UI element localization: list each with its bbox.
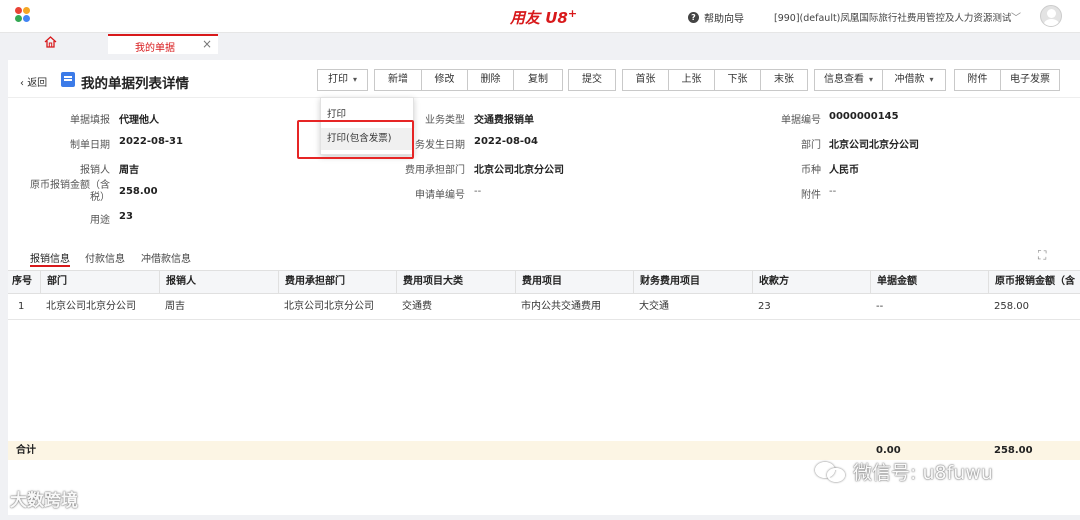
- table-cell: 周吉: [165, 301, 185, 312]
- field-value: 北京公司北京分公司: [474, 165, 564, 176]
- help-icon: ?: [688, 12, 699, 23]
- field-value: 人民币: [829, 165, 859, 176]
- print-button[interactable]: 打印 ▾: [317, 69, 368, 91]
- column-header[interactable]: 单据金额: [870, 271, 988, 293]
- field-value: 2022-08-31: [119, 136, 183, 147]
- tab-loan-offset-info[interactable]: 冲借款信息: [141, 250, 191, 265]
- expand-icon[interactable]: ⛶: [1038, 248, 1046, 263]
- table-cell: 大交通: [639, 301, 669, 312]
- field-label: 申请单编号: [415, 190, 465, 201]
- table-cell: 1: [18, 301, 25, 312]
- page-title: 我的单据列表详情: [81, 76, 189, 92]
- document-icon: [61, 72, 75, 87]
- field-value: 周吉: [119, 165, 139, 176]
- table-cell: 市内公共交通费用: [521, 301, 601, 312]
- table-cell: 258.00: [994, 301, 1029, 312]
- submit-button[interactable]: 提交: [568, 69, 616, 91]
- field-label: 业务类型: [425, 115, 465, 126]
- chevron-down-icon: ▾: [868, 75, 873, 84]
- back-button[interactable]: ‹ 返回: [20, 74, 47, 89]
- column-header[interactable]: 费用项目: [515, 271, 633, 293]
- help-wizard-link[interactable]: ? 帮助向导: [688, 10, 744, 25]
- column-header[interactable]: 序号: [8, 271, 40, 293]
- field-label: 报销人: [80, 165, 110, 176]
- chevron-down-icon: ▾: [929, 75, 934, 84]
- navigation-button-group: 首张 上张 下张 末张: [622, 69, 808, 91]
- field-value: --: [474, 186, 482, 197]
- e-invoice-button[interactable]: 电子发票: [1001, 70, 1059, 90]
- field-value: 23: [119, 211, 133, 222]
- delete-button[interactable]: 删除: [468, 70, 514, 90]
- main-panel: ‹ 返回 我的单据列表详情 打印 ▾ 新增 修改 删除 复制 提交 首张 上张 下…: [8, 60, 1080, 515]
- edit-button-group: 新增 修改 删除 复制: [374, 69, 563, 91]
- add-button[interactable]: 新增: [375, 70, 422, 90]
- home-icon[interactable]: [44, 36, 64, 52]
- field-label: 费用承担部门: [405, 165, 465, 176]
- divider: [8, 97, 1080, 98]
- total-label: 合计: [16, 445, 36, 456]
- field-value: 2022-08-04: [474, 136, 538, 147]
- close-icon[interactable]: ×: [202, 37, 212, 51]
- first-record-button[interactable]: 首张: [623, 70, 669, 90]
- watermark-left: 大数跨境: [10, 491, 78, 511]
- brand-logo: 用友 U8+: [510, 7, 578, 27]
- attachment-button-group: 附件 电子发票: [954, 69, 1060, 91]
- table-cell: 交通费: [402, 301, 432, 312]
- tab-reimbursement-info[interactable]: 报销信息: [30, 250, 70, 265]
- table-row[interactable]: 1 北京公司北京分公司 周吉 北京公司北京分公司 交通费 市内公共交通费用 大交…: [8, 294, 1080, 320]
- tab-label: 我的单据: [135, 43, 175, 54]
- org-selector[interactable]: [990](default)凤凰国际旅行社费用管控及人力资源测试: [774, 10, 1011, 24]
- column-header[interactable]: 费用承担部门: [278, 271, 396, 293]
- active-tab-indicator: [30, 265, 70, 267]
- total-reimburse-amount: 258.00: [994, 445, 1033, 456]
- field-value: 北京公司北京分公司: [829, 140, 919, 151]
- field-value: 0000000145: [829, 111, 899, 122]
- field-label: 部门: [801, 140, 821, 151]
- next-record-button[interactable]: 下张: [715, 70, 761, 90]
- help-label: 帮助向导: [704, 14, 744, 25]
- table-cell: 23: [758, 301, 771, 312]
- field-label: 原币报销金额（含税）: [30, 180, 110, 203]
- app-logo-icon[interactable]: [15, 7, 35, 25]
- info-view-button[interactable]: 信息查看 ▾: [815, 70, 883, 90]
- watermark-right: 微信号: u8fuwu: [815, 458, 993, 485]
- field-label: 附件: [801, 190, 821, 201]
- field-label: 单据编号: [781, 115, 821, 126]
- column-header[interactable]: 收款方: [752, 271, 870, 293]
- tab-payment-info[interactable]: 付款信息: [85, 250, 125, 265]
- previous-record-button[interactable]: 上张: [669, 70, 715, 90]
- tab-bar: 我的单据 ×: [0, 33, 1080, 54]
- table-header: 序号 部门 报销人 费用承担部门 费用项目大类 费用项目 财务费用项目 收款方 …: [8, 270, 1080, 294]
- field-label: 用途: [90, 215, 110, 226]
- column-header[interactable]: 费用项目大类: [396, 271, 515, 293]
- tab-my-documents[interactable]: 我的单据 ×: [108, 34, 218, 54]
- top-bar: 用友 U8+ ? 帮助向导 [990](default)凤凰国际旅行社费用管控及…: [0, 0, 1080, 33]
- column-header[interactable]: 原币报销金额（含: [988, 271, 1080, 293]
- user-avatar[interactable]: [1040, 5, 1062, 27]
- last-record-button[interactable]: 末张: [761, 70, 807, 90]
- field-value: --: [829, 186, 837, 197]
- field-value: 交通费报销单: [474, 115, 534, 126]
- field-value: 代理他人: [119, 115, 159, 126]
- wechat-icon: [815, 460, 847, 484]
- field-label: 币种: [801, 165, 821, 176]
- table-cell: 北京公司北京分公司: [284, 301, 374, 312]
- field-value: 258.00: [119, 186, 158, 197]
- column-header[interactable]: 报销人: [159, 271, 278, 293]
- field-label: 制单日期: [70, 140, 110, 151]
- offset-loan-button[interactable]: 冲借款 ▾: [883, 70, 945, 90]
- info-button-group: 信息查看 ▾ 冲借款 ▾: [814, 69, 946, 91]
- table-cell: --: [876, 301, 884, 312]
- edit-button[interactable]: 修改: [422, 70, 468, 90]
- column-header[interactable]: 财务费用项目: [633, 271, 752, 293]
- column-header[interactable]: 部门: [40, 271, 159, 293]
- field-label: 单据填报: [70, 115, 110, 126]
- chevron-down-icon: ▾: [352, 75, 357, 84]
- attachment-button[interactable]: 附件: [955, 70, 1001, 90]
- chevron-down-icon[interactable]: ﹀: [1011, 9, 1021, 24]
- table-cell: 北京公司北京分公司: [46, 301, 136, 312]
- copy-button[interactable]: 复制: [514, 70, 562, 90]
- highlight-annotation: [297, 120, 414, 159]
